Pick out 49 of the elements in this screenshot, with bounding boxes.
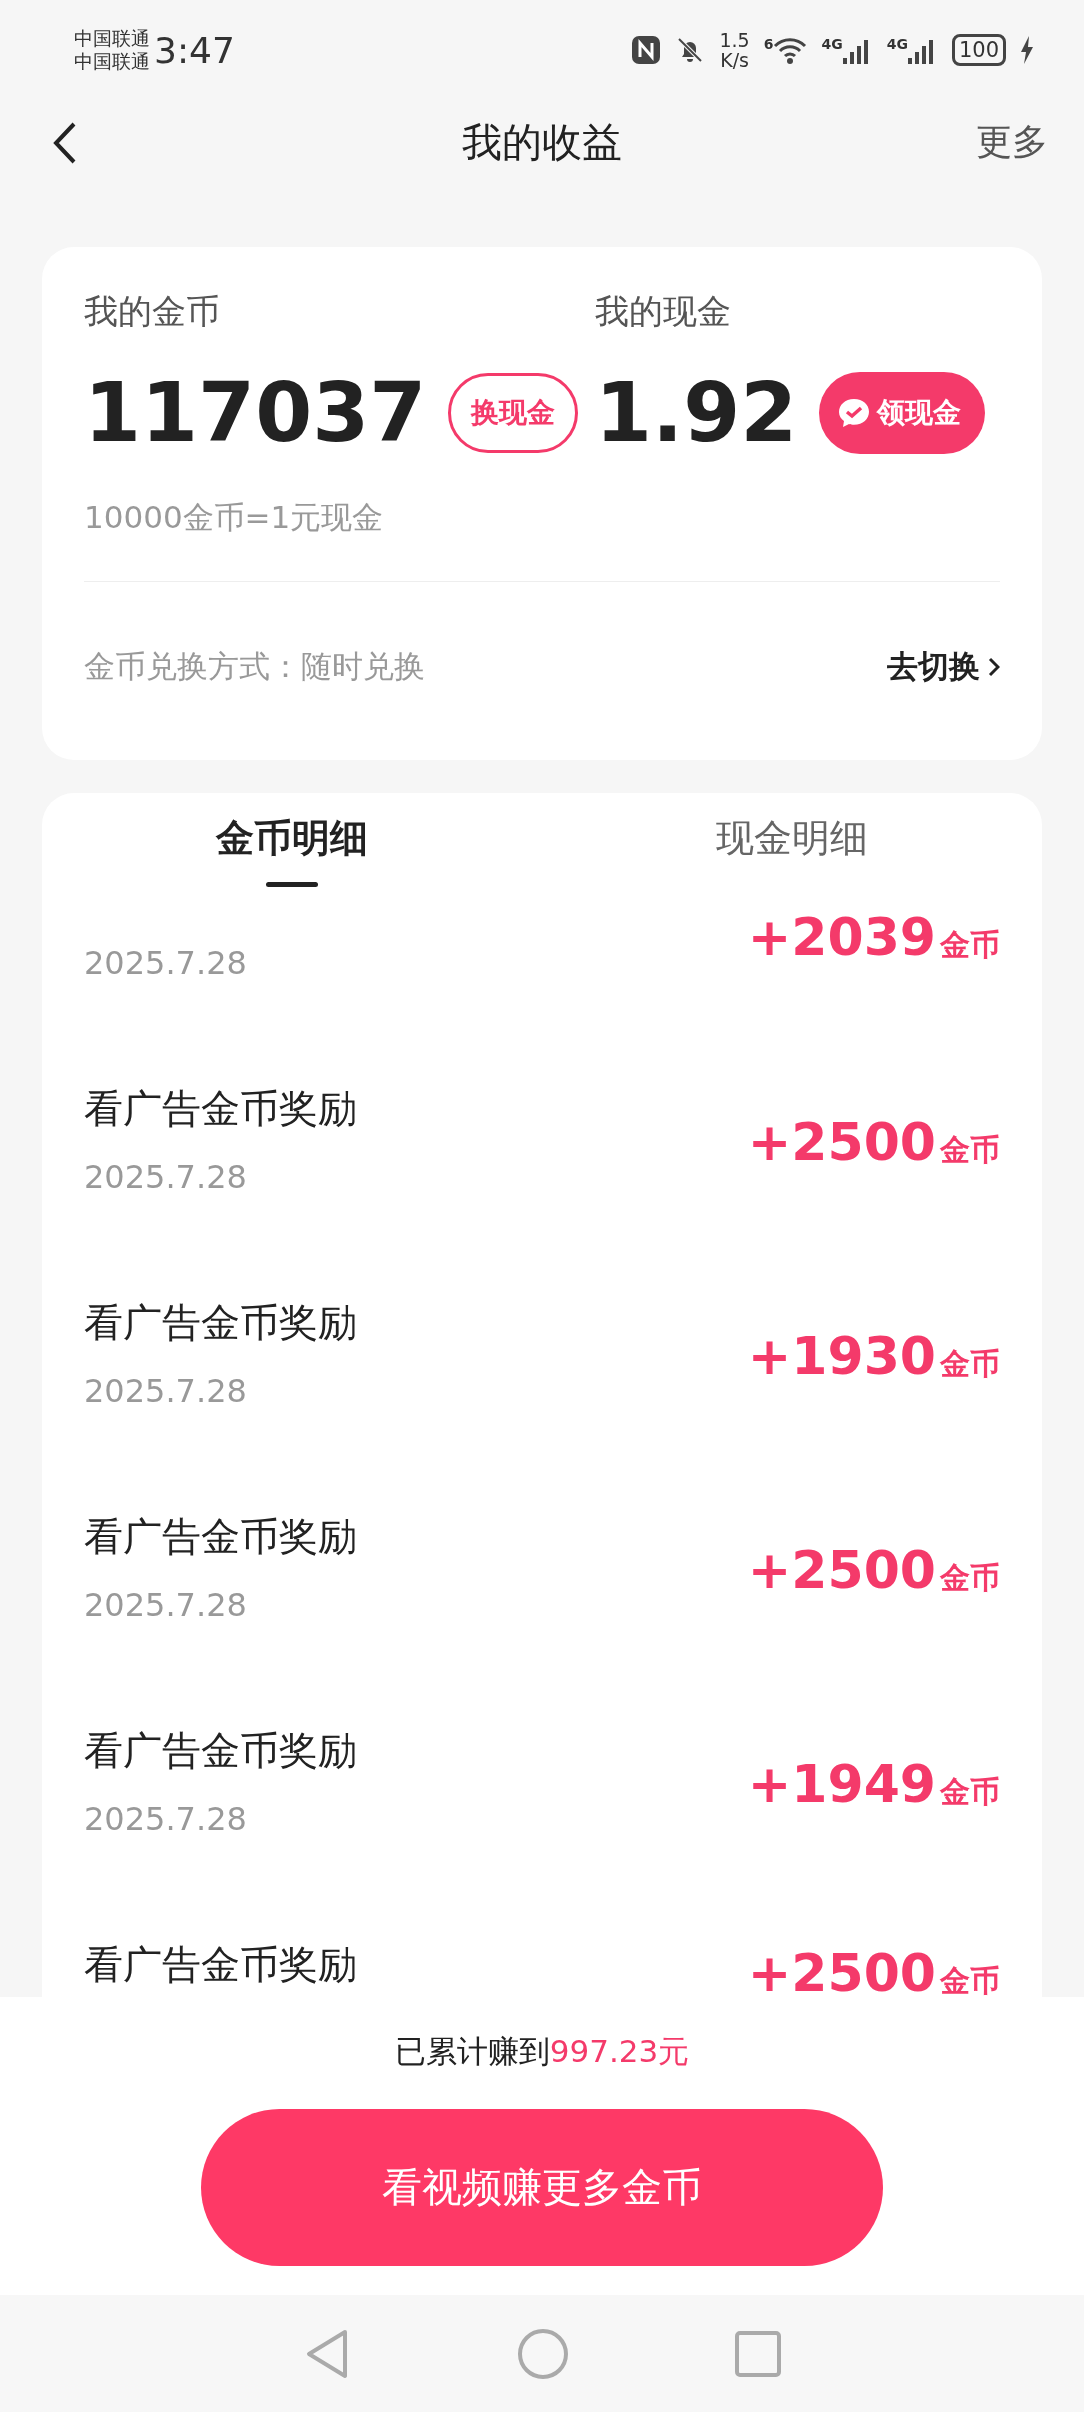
chat-check-icon — [837, 397, 872, 429]
record-date: 2025.7.28 — [84, 1371, 248, 1411]
network-speed: 1.5 — [719, 30, 750, 50]
cash-balance: 1.92 — [595, 364, 798, 462]
home-nav-icon[interactable] — [517, 2327, 569, 2380]
more-link[interactable]: 更多 — [976, 118, 1048, 167]
record-date: 2025.7.28 — [84, 1585, 248, 1625]
carrier-name: 中国联通 — [74, 27, 150, 50]
network-speed-unit: K/s — [720, 50, 749, 70]
chevron-right-icon — [988, 657, 1000, 677]
wifi-icon — [773, 36, 808, 64]
back-icon[interactable] — [52, 120, 78, 165]
tab-indicator — [266, 882, 318, 887]
exchange-cash-button[interactable]: 换现金 — [448, 373, 579, 453]
record-amount: +2500金币 — [747, 1943, 1000, 1997]
record-title: 看广告金币奖励 — [84, 1515, 357, 1559]
network-type: 4G — [821, 36, 843, 52]
watch-video-button[interactable]: 看视频赚更多金币 — [201, 2109, 883, 2266]
record-amount: +2500金币 — [747, 1112, 1000, 1172]
carrier-name: 中国联通 — [74, 50, 150, 73]
battery-level: 100 — [951, 34, 1006, 66]
clock: 3:47 — [154, 29, 235, 71]
coins-label: 我的金币 — [84, 290, 221, 333]
record-date: 2025.7.28 — [84, 1799, 248, 1839]
withdraw-cash-button[interactable]: 领现金 — [819, 372, 986, 454]
tab[interactable]: 金币明细 — [42, 793, 542, 895]
network-type: 4G — [886, 36, 908, 52]
record-amount: +1930金币 — [747, 1326, 1000, 1386]
record-title: 看广告金币奖励 — [84, 1943, 357, 1987]
record-date: 2025.7.28 — [84, 943, 247, 983]
record-amount: +2500金币 — [747, 1540, 1000, 1600]
record-date: 2025.7.28 — [84, 1157, 248, 1197]
record-amount: +2039 金币 — [747, 907, 1000, 967]
recents-nav-icon[interactable] — [735, 2330, 781, 2377]
charging-icon — [1020, 36, 1034, 64]
earned-total: 已累计赚到997.23元 — [394, 2032, 690, 2071]
nfc-icon — [631, 35, 662, 65]
switch-link[interactable]: 去切换 — [887, 646, 1000, 688]
record-amount: +1949 金币 — [747, 1754, 1000, 1814]
exchange-rate: 10000金币=1元现金 — [84, 498, 385, 537]
record-title: 看广告金币奖励 — [84, 1729, 357, 1773]
page-title: 我的收益 — [462, 118, 622, 167]
wifi-label: 6 — [763, 36, 774, 52]
coin-balance: 117037 — [84, 364, 427, 462]
record-title: 看广告金币奖励 — [84, 1087, 357, 1131]
exchange-mode: 金币兑换方式：随时兑换 — [84, 647, 425, 686]
cash-label: 我的现金 — [595, 290, 732, 333]
record-title: 看广告金币奖励 — [84, 1301, 357, 1345]
tab[interactable]: 现金明细 — [542, 793, 1042, 895]
